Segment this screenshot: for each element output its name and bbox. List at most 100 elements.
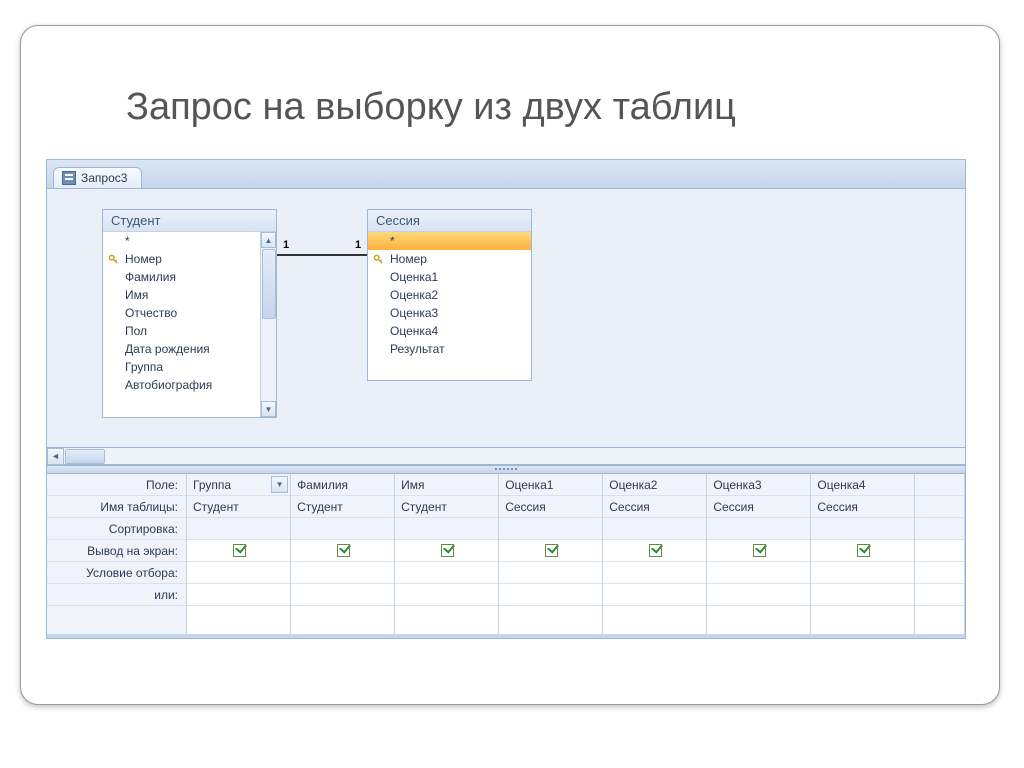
scroll-left-button[interactable]: ◄ [47, 448, 64, 465]
field-name: Имя [125, 286, 148, 304]
query-icon [62, 171, 76, 185]
criteria-cell[interactable] [499, 562, 602, 584]
criteria-cell[interactable] [707, 562, 810, 584]
field-row[interactable]: Оценка3 [368, 304, 531, 322]
field-row[interactable]: Отчество [103, 304, 276, 322]
field-row[interactable]: Оценка2 [368, 286, 531, 304]
criteria-cell[interactable] [187, 562, 290, 584]
show-checkbox[interactable] [441, 544, 454, 557]
field-cell[interactable]: Оценка1 [499, 474, 602, 496]
sort-cell[interactable] [291, 518, 394, 540]
show-checkbox[interactable] [233, 544, 246, 557]
table-cell[interactable]: Студент [291, 496, 394, 518]
show-cell[interactable] [395, 540, 498, 562]
scroll-thumb[interactable] [65, 449, 105, 464]
or-cell[interactable] [811, 584, 914, 606]
show-checkbox[interactable] [753, 544, 766, 557]
diagram-hscroll[interactable]: ◄ [47, 448, 965, 465]
table-cell[interactable]: Сессия [811, 496, 914, 518]
show-cell[interactable] [291, 540, 394, 562]
table-session[interactable]: Сессия *НомерОценка1Оценка2Оценка3Оценка… [367, 209, 532, 381]
field-row[interactable]: Дата рождения [103, 340, 276, 358]
slide-title: Запрос на выборку из двух таблиц [126, 86, 974, 129]
or-cell[interactable] [603, 584, 706, 606]
grid-column: ФамилияСтудент [291, 474, 395, 634]
empty-cell[interactable] [915, 496, 964, 518]
or-cell[interactable] [707, 584, 810, 606]
field-row[interactable]: Имя [103, 286, 276, 304]
diagram-area[interactable]: Студент *НомерФамилияИмяОтчествоПолДата … [47, 188, 965, 448]
criteria-cell[interactable] [811, 562, 914, 584]
sort-cell[interactable] [499, 518, 602, 540]
scroll-up-button[interactable]: ▲ [261, 232, 276, 248]
field-cell[interactable]: Оценка3 [707, 474, 810, 496]
field-row[interactable]: Пол [103, 322, 276, 340]
table-student[interactable]: Студент *НомерФамилияИмяОтчествоПолДата … [102, 209, 277, 418]
field-row[interactable]: Фамилия [103, 268, 276, 286]
show-cell[interactable] [707, 540, 810, 562]
show-checkbox[interactable] [857, 544, 870, 557]
field-cell[interactable]: Группа▼ [187, 474, 290, 496]
sort-cell[interactable] [603, 518, 706, 540]
show-cell[interactable] [499, 540, 602, 562]
field-row[interactable]: Автобиография [103, 376, 276, 394]
scroll-down-button[interactable]: ▼ [261, 401, 276, 417]
field-row[interactable]: Оценка4 [368, 322, 531, 340]
show-checkbox[interactable] [545, 544, 558, 557]
criteria-cell[interactable] [395, 562, 498, 584]
criteria-cell[interactable] [603, 562, 706, 584]
empty-cell[interactable] [915, 584, 964, 606]
grid-columns: Группа▼СтудентФамилияСтудентИмяСтудентОц… [187, 474, 965, 634]
empty-cell[interactable] [915, 518, 964, 540]
sort-cell[interactable] [811, 518, 914, 540]
field-cell[interactable]: Оценка2 [603, 474, 706, 496]
empty-cell[interactable] [915, 474, 964, 496]
field-name: Фамилия [125, 268, 176, 286]
field-cell[interactable]: Оценка4 [811, 474, 914, 496]
field-name: Автобиография [125, 376, 212, 394]
tab-strip: Запрос3 [47, 160, 965, 188]
show-checkbox[interactable] [337, 544, 350, 557]
sort-cell[interactable] [707, 518, 810, 540]
grid-label: Условие отбора: [47, 562, 186, 584]
or-cell[interactable] [187, 584, 290, 606]
field-name: Оценка2 [390, 286, 438, 304]
access-query-designer: Запрос3 Студент *НомерФамилияИмяОтчество… [46, 159, 966, 639]
field-row[interactable]: Номер [103, 250, 276, 268]
field-row[interactable]: Номер [368, 250, 531, 268]
empty-cell[interactable] [915, 540, 964, 562]
scrollbar[interactable]: ▲ ▼ [260, 232, 276, 417]
pane-splitter[interactable] [47, 465, 965, 474]
scroll-thumb[interactable] [262, 249, 276, 319]
show-cell[interactable] [603, 540, 706, 562]
field-name: Оценка1 [390, 268, 438, 286]
relationship-line[interactable] [277, 254, 367, 256]
or-cell[interactable] [499, 584, 602, 606]
table-cell[interactable]: Сессия [707, 496, 810, 518]
show-checkbox[interactable] [649, 544, 662, 557]
show-cell[interactable] [811, 540, 914, 562]
show-cell[interactable] [187, 540, 290, 562]
criteria-cell[interactable] [291, 562, 394, 584]
table-cell[interactable]: Студент [395, 496, 498, 518]
field-row[interactable]: Оценка1 [368, 268, 531, 286]
grid-label: или: [47, 584, 186, 606]
grid-column-empty [915, 474, 965, 634]
table-cell[interactable]: Сессия [499, 496, 602, 518]
table-cell[interactable]: Сессия [603, 496, 706, 518]
tab-query[interactable]: Запрос3 [53, 167, 142, 188]
field-row[interactable]: * [368, 232, 531, 250]
field-name: Результат [390, 340, 445, 358]
table-cell[interactable]: Студент [187, 496, 290, 518]
field-cell[interactable]: Имя [395, 474, 498, 496]
dropdown-button[interactable]: ▼ [271, 476, 288, 493]
field-row[interactable]: * [103, 232, 276, 250]
or-cell[interactable] [395, 584, 498, 606]
field-row[interactable]: Группа [103, 358, 276, 376]
or-cell[interactable] [291, 584, 394, 606]
sort-cell[interactable] [187, 518, 290, 540]
field-row[interactable]: Результат [368, 340, 531, 358]
empty-cell[interactable] [915, 562, 964, 584]
sort-cell[interactable] [395, 518, 498, 540]
field-cell[interactable]: Фамилия [291, 474, 394, 496]
